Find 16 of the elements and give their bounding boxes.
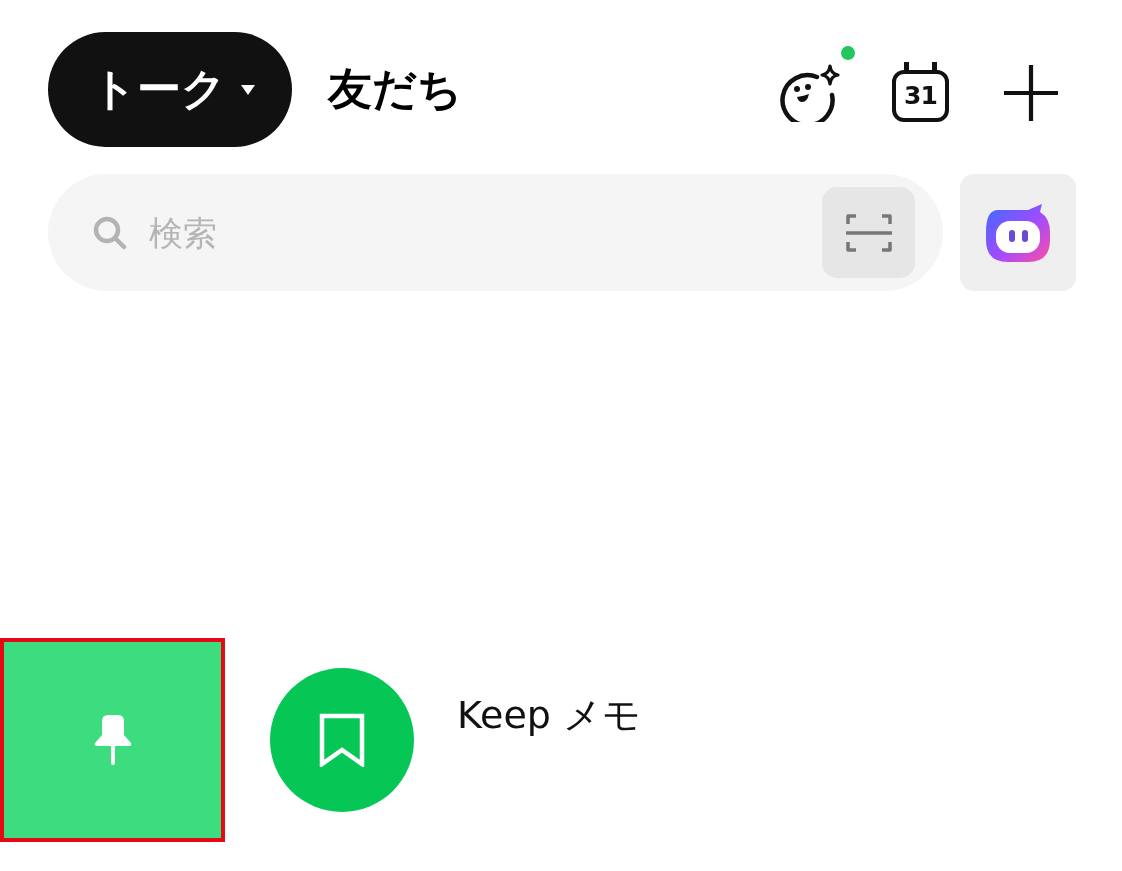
assistant-button[interactable] [960, 174, 1076, 291]
character-button[interactable] [777, 45, 855, 122]
plus-icon [1004, 64, 1058, 121]
caret-icon [240, 83, 256, 96]
scan-frame-icon [845, 212, 892, 253]
pin-action-button[interactable] [0, 638, 225, 842]
calendar-button[interactable]: 31 [892, 61, 949, 122]
search-field[interactable]: 検索 [48, 174, 943, 291]
chat-name: Keep メモ [457, 691, 641, 739]
robot-face-icon [984, 201, 1052, 264]
pushpin-icon [93, 715, 132, 765]
search-input[interactable]: 検索 [149, 202, 802, 263]
scan-button[interactable] [822, 187, 915, 278]
tab[interactable]: 友だち [328, 32, 462, 147]
search-icon [93, 215, 127, 250]
tab[interactable]: トーク [48, 32, 292, 147]
